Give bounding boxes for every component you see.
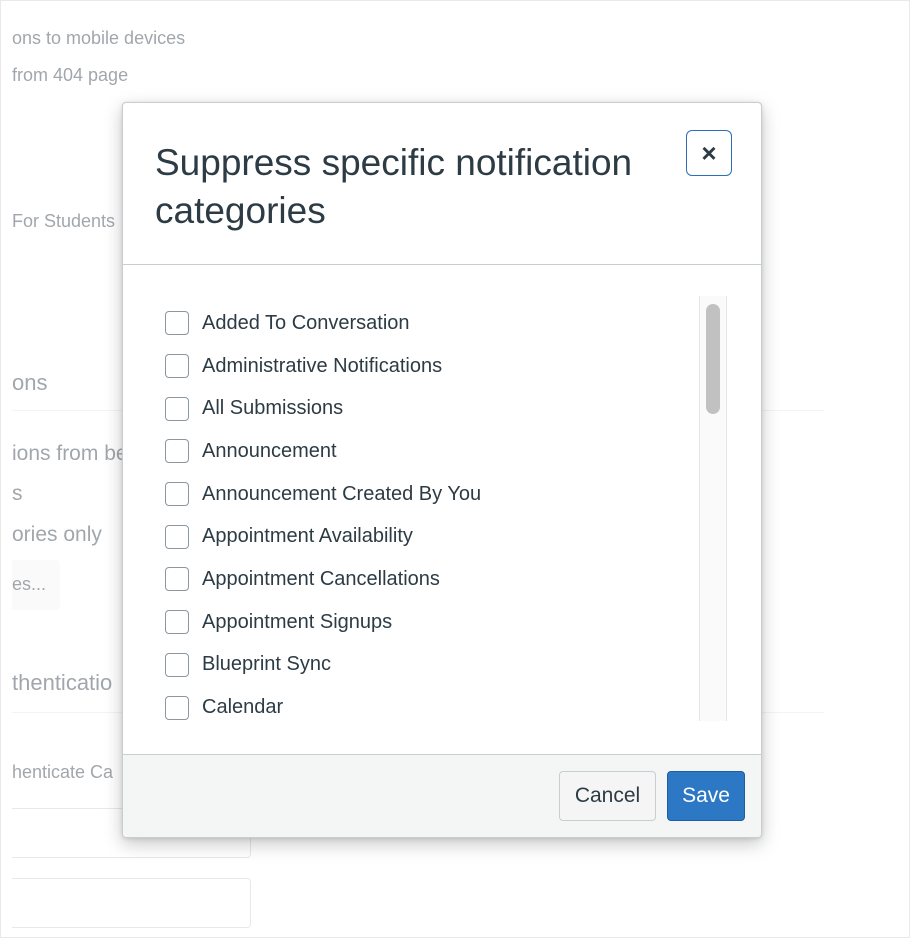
checkbox[interactable] xyxy=(165,524,189,549)
bg-text-404: from 404 page xyxy=(12,65,129,85)
category-option[interactable]: All Submissions xyxy=(165,389,481,432)
checkbox[interactable] xyxy=(165,354,189,379)
save-button[interactable]: Save xyxy=(667,771,745,821)
bg-text-mobile: ons to mobile devices xyxy=(12,28,186,48)
list-scrollbar[interactable] xyxy=(699,296,727,721)
checkbox[interactable] xyxy=(165,652,189,677)
checkbox[interactable] xyxy=(165,482,189,507)
checkbox[interactable] xyxy=(165,567,189,592)
bg-auth-heading: thenticatio xyxy=(12,670,113,695)
modal-header: Suppress specific notification categorie… xyxy=(123,103,761,265)
category-label: Calendar xyxy=(202,696,284,719)
cancel-button[interactable]: Cancel xyxy=(559,771,656,821)
checkbox[interactable] xyxy=(165,439,189,464)
close-icon: × xyxy=(701,138,717,168)
checkbox[interactable] xyxy=(165,396,189,421)
modal-title: Suppress specific notification categorie… xyxy=(155,142,633,231)
checkbox[interactable] xyxy=(165,695,189,720)
category-option[interactable]: Added To Conversation xyxy=(165,304,481,347)
category-option[interactable]: Blueprint Sync xyxy=(165,646,481,689)
category-option[interactable]: Calendar xyxy=(165,688,481,731)
suppress-categories-modal: Suppress specific notification categorie… xyxy=(122,102,762,838)
category-label: Appointment Signups xyxy=(202,610,393,633)
category-label: Announcement xyxy=(202,439,337,462)
checkbox[interactable] xyxy=(165,610,189,635)
category-label: Appointment Availability xyxy=(202,525,413,548)
category-label: Blueprint Sync xyxy=(202,653,331,676)
modal-footer: Cancel Save xyxy=(123,754,761,837)
category-option[interactable]: Announcement xyxy=(165,432,481,475)
category-label: Administrative Notifications xyxy=(202,354,443,377)
category-option[interactable]: Appointment Signups xyxy=(165,603,481,646)
bg-text-ories: ories only xyxy=(12,523,102,546)
category-option[interactable]: Announcement Created By You xyxy=(165,475,481,518)
category-option[interactable]: Appointment Availability xyxy=(165,517,481,560)
checkbox[interactable] xyxy=(165,311,189,336)
bg-text-ions: ions from be xyxy=(12,442,128,465)
scrollbar-thumb[interactable] xyxy=(706,304,720,414)
modal-body: Added To Conversation Administrative Not… xyxy=(123,265,761,755)
bg-field-label: henticate Ca xyxy=(12,762,114,782)
bg-text-s: s xyxy=(12,482,23,505)
category-option[interactable]: Appointment Cancellations xyxy=(165,560,481,603)
bg-categories-button[interactable]: es... xyxy=(12,560,60,610)
category-label: Appointment Cancellations xyxy=(202,567,440,590)
bg-input-2[interactable] xyxy=(12,878,251,928)
category-label: Added To Conversation xyxy=(202,311,410,334)
bg-text-students: For Students xyxy=(12,211,116,231)
category-option[interactable]: Administrative Notifications xyxy=(165,347,481,390)
bg-categories-button-label: es... xyxy=(12,574,47,594)
category-label: Announcement Created By You xyxy=(202,482,482,505)
close-button[interactable]: × xyxy=(686,130,732,176)
bg-section-heading: ons xyxy=(12,370,48,395)
category-list: Added To Conversation Administrative Not… xyxy=(165,304,481,731)
category-label: All Submissions xyxy=(202,397,344,420)
